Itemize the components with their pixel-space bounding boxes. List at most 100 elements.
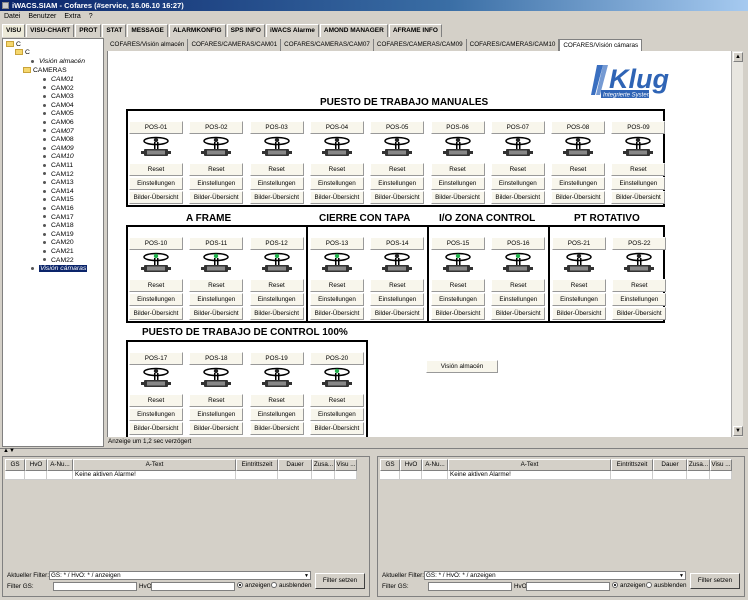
position-button[interactable]: POS-15 (431, 237, 485, 250)
reset-button[interactable]: Reset (611, 163, 666, 176)
reset-button[interactable]: Reset (189, 163, 244, 176)
canvas-scrollbar[interactable]: ▲ ▼ (731, 51, 743, 437)
view-tab[interactable]: COFARES/Visión almacén (107, 39, 189, 51)
position-button[interactable]: POS-06 (430, 121, 485, 134)
settings-button[interactable]: Einstellungen (551, 177, 606, 190)
reset-button[interactable]: Reset (189, 279, 244, 292)
settings-button[interactable]: Einstellungen (370, 293, 425, 306)
column-header[interactable]: Dauer (278, 459, 312, 471)
settings-button[interactable]: Einstellungen (189, 293, 244, 306)
show-radio[interactable]: anzeigen (237, 582, 271, 589)
image-overview-button[interactable]: Bilder-Übersicht (249, 191, 304, 204)
tree-cam04[interactable]: CAM04 (43, 102, 74, 111)
reset-button[interactable]: Reset (249, 279, 304, 292)
tab-visu[interactable]: VISU (2, 24, 26, 37)
tree-cam20[interactable]: CAM20 (43, 239, 74, 248)
image-overview-button[interactable]: Bilder-Übersicht (491, 307, 546, 320)
position-button[interactable]: POS-11 (189, 237, 244, 250)
tree-cameras[interactable]: CAMERAS (23, 67, 67, 76)
tab-message[interactable]: MESSAGE (127, 24, 168, 37)
view-tab[interactable]: COFARES/Visión cámaras (559, 39, 643, 51)
settings-button[interactable]: Einstellungen (370, 177, 425, 190)
tree-cam01[interactable]: CAM01 (43, 76, 74, 85)
settings-button[interactable]: Einstellungen (490, 177, 545, 190)
scroll-down-icon[interactable]: ▼ (733, 426, 743, 436)
tab-visu-chart[interactable]: VISU-CHART (26, 24, 75, 37)
menu-benutzer[interactable]: Benutzer (28, 13, 56, 20)
column-header[interactable]: HvO (25, 459, 47, 471)
reset-button[interactable]: Reset (310, 279, 364, 292)
reset-button[interactable]: Reset (309, 163, 364, 176)
settings-button[interactable]: Einstellungen (309, 408, 364, 421)
position-button[interactable]: POS-20 (309, 352, 364, 365)
reset-button[interactable]: Reset (552, 279, 606, 292)
menu-datei[interactable]: Datei (4, 13, 20, 20)
tree-cam16[interactable]: CAM16 (43, 205, 74, 214)
reset-button[interactable]: Reset (491, 279, 546, 292)
position-button[interactable]: POS-22 (612, 237, 667, 250)
image-overview-button[interactable]: Bilder-Übersicht (551, 191, 606, 204)
image-overview-button[interactable]: Bilder-Übersicht (612, 307, 667, 320)
reset-button[interactable]: Reset (551, 163, 606, 176)
tree-vision-almacen[interactable]: Visión almacén (31, 58, 85, 67)
tab-sps-info[interactable]: SPS INFO (226, 24, 265, 37)
position-button[interactable]: POS-04 (309, 121, 364, 134)
settings-button[interactable]: Einstellungen (430, 177, 485, 190)
image-overview-button[interactable]: Bilder-Übersicht (552, 307, 606, 320)
tree-cam11[interactable]: CAM11 (43, 162, 73, 171)
tree-cam06[interactable]: CAM06 (43, 119, 74, 128)
filter-gs-input[interactable] (53, 582, 137, 591)
image-overview-button[interactable]: Bilder-Übersicht (249, 307, 304, 320)
reset-button[interactable]: Reset (129, 394, 183, 407)
image-overview-button[interactable]: Bilder-Übersicht (431, 307, 485, 320)
tab-stat[interactable]: STAT (102, 24, 127, 37)
tab-amond-manager[interactable]: AMOND MANAGER (319, 24, 388, 37)
reset-button[interactable]: Reset (129, 279, 183, 292)
tree-cam22[interactable]: CAM22 (43, 257, 74, 266)
column-header[interactable]: A-Nu... (47, 459, 73, 471)
tree-cam13[interactable]: CAM13 (43, 179, 74, 188)
reset-button[interactable]: Reset (249, 163, 304, 176)
tree-cam02[interactable]: CAM02 (43, 85, 74, 94)
position-button[interactable]: POS-21 (552, 237, 606, 250)
position-button[interactable]: POS-12 (249, 237, 304, 250)
image-overview-button[interactable]: Bilder-Übersicht (189, 191, 244, 204)
image-overview-button[interactable]: Bilder-Übersicht (189, 422, 244, 435)
tab-iwacs-alarme[interactable]: iWACS Alarme (265, 24, 319, 37)
reset-button[interactable]: Reset (430, 163, 485, 176)
column-header[interactable]: Eintrittszeit (236, 459, 278, 471)
settings-button[interactable]: Einstellungen (129, 293, 183, 306)
view-tab[interactable]: COFARES/CAMERAS/CAM10 (466, 39, 560, 51)
splitter-arrows-icon[interactable]: ▲▼ (3, 448, 15, 454)
settings-button[interactable]: Einstellungen (310, 293, 364, 306)
reset-button[interactable]: Reset (431, 279, 485, 292)
position-button[interactable]: POS-03 (249, 121, 304, 134)
position-button[interactable]: POS-09 (611, 121, 666, 134)
tree-cam15[interactable]: CAM15 (43, 196, 74, 205)
hide-radio[interactable]: ausblenden (271, 582, 312, 589)
alarm-scrollbar[interactable] (733, 459, 743, 571)
chevron-down-icon[interactable]: ▼ (679, 572, 684, 580)
current-filter-select[interactable]: GS: * / HvO: * / anzeigen ▼ (424, 571, 686, 580)
reset-button[interactable]: Reset (189, 394, 244, 407)
tree-cam14[interactable]: CAM14 (43, 188, 74, 197)
alarm-scrollbar[interactable] (358, 459, 368, 571)
table-row[interactable]: Keine aktiven Alarme! (380, 471, 732, 480)
splitter[interactable]: ▲▼ (0, 448, 748, 456)
image-overview-button[interactable]: Bilder-Übersicht (370, 307, 425, 320)
settings-button[interactable]: Einstellungen (249, 293, 304, 306)
image-overview-button[interactable]: Bilder-Übersicht (309, 422, 364, 435)
menu-help[interactable]: ? (89, 13, 93, 20)
column-header[interactable]: HvO (400, 459, 422, 471)
hide-radio[interactable]: ausblenden (646, 582, 687, 589)
settings-button[interactable]: Einstellungen (189, 177, 244, 190)
table-row[interactable]: Keine aktiven Alarme! (5, 471, 357, 480)
image-overview-button[interactable]: Bilder-Übersicht (309, 191, 364, 204)
image-overview-button[interactable]: Bilder-Übersicht (310, 307, 364, 320)
position-button[interactable]: POS-08 (551, 121, 606, 134)
position-button[interactable]: POS-01 (129, 121, 183, 134)
settings-button[interactable]: Einstellungen (612, 293, 667, 306)
column-header[interactable]: Visu ... (335, 459, 357, 471)
column-header[interactable]: GS (5, 459, 25, 471)
image-overview-button[interactable]: Bilder-Übersicht (129, 191, 183, 204)
